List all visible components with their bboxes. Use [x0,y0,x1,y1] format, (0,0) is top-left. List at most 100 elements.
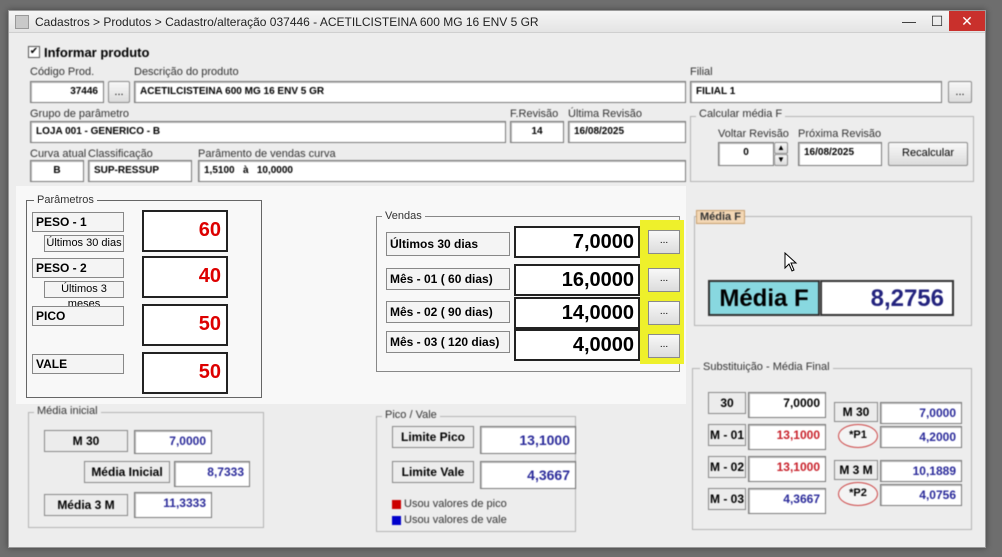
voltar-down-icon[interactable]: ▼ [774,154,788,166]
classificacao-field[interactable]: SUP-RESSUP [88,160,192,182]
substituicao-title: Substituição - Média Final [700,361,833,373]
vale-label: VALE [32,354,124,374]
curva-field[interactable]: B [30,160,84,182]
filial-label: Filial [690,66,713,78]
sub-m3m-label: M 3 M [834,460,878,480]
pico-value[interactable]: 50 [142,304,228,346]
ultima-revisao-field[interactable]: 16/08/2025 [568,121,686,143]
informar-checkbox[interactable]: ✔ [28,46,40,58]
vendas-m01-label: Mês - 01 ( 60 dias) [386,268,510,290]
grupo-label: Grupo de parâmetro [30,108,130,120]
limite-pico-value: 13,1000 [480,426,576,454]
media-inicial-label: Média Inicial [84,461,170,483]
vale-value[interactable]: 50 [142,352,228,394]
voltar-up-icon[interactable]: ▲ [774,142,788,154]
codigo-field[interactable]: 37446 [30,81,104,103]
limite-vale-value: 4,3667 [480,461,576,489]
pico-legend-swatch [392,500,401,509]
vale-legend-swatch [392,516,401,525]
sub-m03-value: 4,3667 [748,488,826,514]
peso1-label: PESO - 1 [32,212,124,232]
media-inicial-value: 8,7333 [174,461,250,487]
title-bar: Cadastros > Produtos > Cadastro/alteraçã… [9,11,985,33]
sub-m01-value: 13,1000 [748,424,826,450]
descricao-field[interactable]: ACETILCISTEINA 600 MG 16 ENV 5 GR [134,81,686,103]
sub-m02-label: M - 02 [708,456,746,478]
descricao-label: Descrição do produto [134,66,239,78]
sub-m3m-value: 10,1889 [880,460,962,482]
proxima-field[interactable]: 16/08/2025 [798,142,882,166]
codigo-label: Código Prod. [30,66,95,78]
app-icon [15,15,29,29]
sub-p1-label: *P1 [838,424,878,448]
vendas-m02-label: Mês - 02 ( 90 dias) [386,301,510,323]
window-title: Cadastros > Produtos > Cadastro/alteraçã… [35,15,539,29]
sub-m02-value: 13,1000 [748,456,826,482]
media-inicial-title: Média inicial [34,405,101,417]
sub-p2-label: *P2 [838,482,878,506]
curva-label: Curva atual [30,148,87,160]
filial-field[interactable]: FILIAL 1 [690,81,942,103]
media-f-value: 8,2756 [820,280,954,316]
ultima-revisao-label: Última Revisão [568,108,642,120]
sub-30-label: 30 [708,392,746,414]
close-button[interactable]: ✕ [949,11,985,31]
sub-m03-label: M - 03 [708,488,746,510]
peso1-value[interactable]: 60 [142,210,228,252]
m30-label: M 30 [44,430,128,452]
peso1-sub: Últimos 30 dias [44,235,124,252]
peso2-label: PESO - 2 [32,258,124,278]
vendas-30-value[interactable]: 7,0000 [514,226,640,258]
parametros-title: Parâmetros [34,194,97,206]
media-3m-label: Média 3 M [44,494,128,516]
param-curva-label: Parâmento de vendas curva [198,148,336,160]
voltar-label: Voltar Revisão [718,128,789,140]
vendas-m02-value[interactable]: 14,0000 [514,297,640,329]
vendas-30-label: Últimos 30 dias [386,232,510,256]
pico-label: PICO [32,306,124,326]
recalcular-button[interactable]: Recalcular [888,142,968,166]
sub-p1-value: 4,2000 [880,426,962,448]
codigo-lookup-button[interactable]: ... [108,81,130,103]
param-curva-field: 1,5100 à 10,0000 [198,160,686,182]
peso2-value[interactable]: 40 [142,256,228,298]
vendas-30-button[interactable]: ... [648,230,680,254]
grupo-field[interactable]: LOJA 001 - GENERICO - B [30,121,506,143]
sub-m01-label: M - 01 [708,424,746,446]
pico-vale-title: Pico / Vale [382,409,440,421]
vale-legend-label: Usou valores de vale [404,514,507,526]
vendas-m01-button[interactable]: ... [648,268,680,292]
limite-vale-label: Limite Vale [392,461,474,483]
vendas-m01-value[interactable]: 16,0000 [514,264,640,296]
param-curva-sep: à [242,165,249,176]
vendas-m03-label: Mês - 03 ( 120 dias) [386,331,510,353]
vendas-title: Vendas [382,210,425,222]
sub-m30-label: M 30 [834,402,878,422]
frevisao-label: F.Revisão [510,108,559,120]
vendas-m02-button[interactable]: ... [648,301,680,325]
pico-legend-label: Usou valores de pico [404,498,507,510]
m30-value: 7,0000 [134,430,212,454]
sub-30-value: 7,0000 [748,392,826,418]
media-f-title: Média F [696,210,745,224]
sub-p2-value: 4,0756 [880,484,962,506]
vendas-m03-button[interactable]: ... [648,334,680,358]
param-curva-from: 1,5100 [204,165,235,176]
media-f-label: Média F [708,280,820,316]
vendas-m03-value[interactable]: 4,0000 [514,329,640,361]
informar-label: Informar produto [44,45,150,60]
frevisao-field[interactable]: 14 [510,121,564,143]
maximize-button[interactable]: ☐ [923,11,951,31]
cursor-icon [784,252,798,272]
media-3m-value: 11,3333 [134,492,212,518]
limite-pico-label: Limite Pico [392,426,474,448]
voltar-field[interactable]: 0 [718,142,774,166]
sub-m30-value: 7,0000 [880,402,962,424]
classificacao-label: Classificação [88,148,153,160]
filial-lookup-button[interactable]: ... [948,81,972,103]
proxima-label: Próxima Revisão [798,128,882,140]
param-curva-to: 10,0000 [256,165,293,176]
minimize-button[interactable]: — [895,11,923,31]
peso2-sub: Últimos 3 meses [44,281,124,310]
calcular-title: Calcular média F [696,108,786,120]
